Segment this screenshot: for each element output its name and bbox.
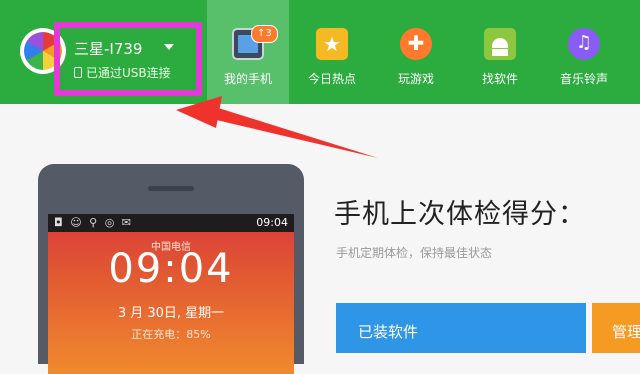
tab-label: 今日热点 [307, 72, 356, 86]
tab-games[interactable]: ✚ 玩游戏 [375, 0, 457, 104]
phone-preview: ◘ ☺ ⚲ ◎ ✉ 09:04 中国电信 09:04 3 月 30日, 星期一 … [38, 164, 304, 374]
charging-status: 正在充电：85% [131, 328, 211, 341]
tab-music-ringtones[interactable]: ♫ 音乐铃声 [543, 0, 625, 104]
android-icon [484, 28, 516, 60]
phone-speaker [148, 186, 194, 191]
lockscreen-clock: 09:04 [108, 246, 234, 292]
gamepad-icon: ✚ [400, 28, 432, 60]
device-name: 三星-I739 [74, 40, 143, 58]
button-label: 已装软件 [358, 323, 419, 341]
page-subtitle: 手机定期体检，保持最佳状态 [336, 246, 493, 260]
status-time: 09:04 [256, 216, 288, 229]
installed-software-button[interactable]: 已装软件 [336, 303, 586, 353]
tab-label: 玩游戏 [397, 72, 434, 86]
tab-label: 音乐铃声 [559, 72, 608, 86]
phone-screen: ◘ ☺ ⚲ ◎ ✉ 09:04 中国电信 09:04 3 月 30日, 星期一 … [48, 214, 294, 374]
manage-button[interactable]: 管理 [592, 303, 640, 353]
status-icons: ◘ ☺ ⚲ ◎ ✉ [54, 216, 134, 229]
device-selector[interactable]: 三星-I739 已通过USB连接 [54, 22, 202, 96]
tab-my-phone[interactable]: ↑3 我的手机 [207, 0, 289, 104]
tab-label: 我的手机 [223, 72, 272, 86]
connection-status: 已通过USB连接 [74, 64, 171, 81]
update-badge: ↑3 [251, 25, 278, 43]
music-note-icon: ♫ [568, 28, 600, 60]
phone-status-bar: ◘ ☺ ⚲ ◎ ✉ 09:04 [48, 214, 294, 232]
top-bar: 三星-I739 已通过USB连接 ↑3 我的手机 ★ 今日热点 ✚ 玩游戏 找软… [0, 0, 640, 104]
tab-label: 找软件 [481, 72, 518, 86]
tab-find-software[interactable]: 找软件 [459, 0, 541, 104]
lockscreen-date: 3 月 30日, 星期一 [117, 306, 225, 321]
button-label: 管理 [612, 323, 640, 341]
chevron-down-icon[interactable] [164, 44, 174, 50]
usb-plug-icon [74, 67, 82, 78]
page-title: 手机上次体检得分： [334, 199, 586, 230]
tab-today-hot[interactable]: ★ 今日热点 [291, 0, 373, 104]
star-icon: ★ [316, 28, 348, 60]
